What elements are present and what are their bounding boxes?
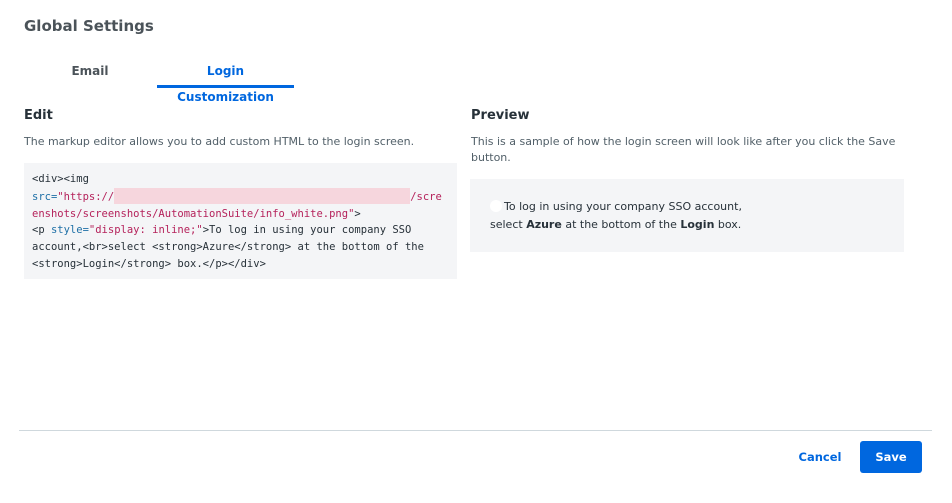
footer-divider [19, 430, 932, 431]
cancel-button[interactable]: Cancel [792, 441, 848, 473]
preview-section-title: Preview [471, 108, 530, 123]
code-line-5: account,<br>select <strong>Azure</strong… [32, 241, 424, 254]
tab-email[interactable]: Email [60, 58, 120, 88]
code-line-2: src="https:///scre [32, 187, 449, 206]
redacted-url [114, 187, 411, 204]
code-line-4: <p style="display: inline;">To log in us… [32, 224, 412, 237]
save-button[interactable]: Save [860, 441, 922, 473]
preview-section-description: This is a sample of how the login screen… [471, 135, 896, 164]
code-line-3: enshots/screenshots/AutomationSuite/info… [32, 207, 361, 220]
login-preview-box: To log in using your company SSO account… [470, 179, 904, 252]
code-line-1: <div><img [32, 173, 89, 185]
tab-login-customization[interactable]: Login Customization [157, 58, 294, 104]
markup-editor[interactable]: <div><img src="https:///scre enshots/scr… [24, 163, 457, 279]
edit-section-description: The markup editor allows you to add cust… [24, 135, 415, 148]
info-icon [490, 200, 502, 212]
code-line-6: <strong>Login</strong> box.</p></div> [32, 257, 266, 270]
preview-line-1: To log in using your company SSO account… [490, 198, 884, 216]
page-title: Global Settings [24, 17, 154, 35]
preview-line-2: select Azure at the bottom of the Login … [490, 217, 742, 231]
edit-section-title: Edit [24, 108, 53, 123]
